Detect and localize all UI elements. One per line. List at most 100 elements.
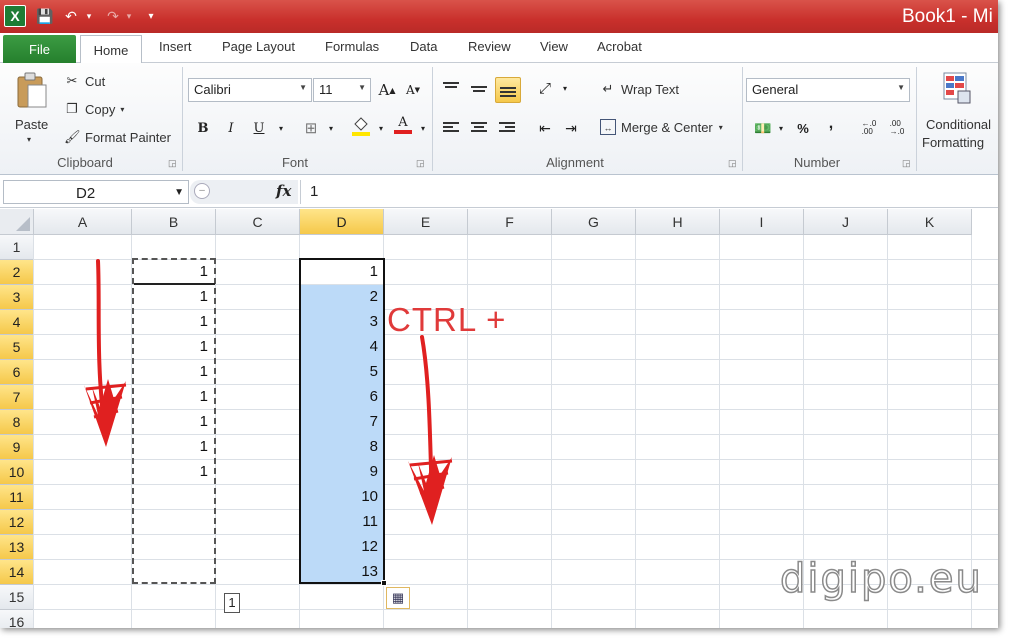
borders-icon[interactable]: ⊞ — [300, 117, 322, 139]
borders-dropdown-icon[interactable]: ▾ — [320, 117, 342, 139]
font-launcher-icon[interactable]: ◲ — [416, 158, 425, 169]
chevron-down-icon[interactable]: ▼ — [174, 187, 184, 198]
tab-acrobat[interactable]: Acrobat — [597, 39, 642, 61]
font-name-select[interactable]: Calibri ▼ — [188, 78, 312, 102]
row-header-16[interactable]: 16 — [0, 610, 34, 628]
column-header-d[interactable]: D — [300, 209, 384, 235]
tab-page-layout[interactable]: Page Layout — [222, 39, 295, 61]
fill-color-dropdown-icon[interactable]: ▾ — [370, 117, 392, 139]
row-header-9[interactable]: 9 — [0, 435, 34, 460]
column-header-h[interactable]: H — [636, 209, 720, 235]
row-header-3[interactable]: 3 — [0, 285, 34, 310]
row-header-8[interactable]: 8 — [0, 410, 34, 435]
decrease-indent-icon[interactable]: ⇤ — [534, 117, 556, 139]
percent-style-button[interactable]: % — [792, 117, 814, 139]
auto-fill-options-button[interactable]: ▦ — [386, 587, 410, 609]
font-color-dropdown-icon[interactable]: ▾ — [412, 117, 434, 139]
row-header-14[interactable]: 14 — [0, 560, 34, 585]
comma-style-button[interactable]: , — [820, 113, 842, 135]
increase-indent-icon[interactable]: ⇥ — [560, 117, 582, 139]
shrink-font-button[interactable]: A ▼ — [402, 79, 424, 101]
orientation-dropdown-icon[interactable]: ▾ — [554, 77, 576, 99]
copy-button[interactable]: ❐ Copy ▾ — [64, 101, 124, 117]
decrease-decimal-button[interactable]: .00 →.0 — [886, 117, 908, 139]
redo-icon[interactable]: ↷ — [104, 6, 122, 26]
cut-button[interactable]: ✂ Cut — [64, 73, 106, 89]
copy-dropdown-icon[interactable]: ▾ — [120, 105, 124, 114]
row-header-5[interactable]: 5 — [0, 335, 34, 360]
undo-icon[interactable]: ↶ — [62, 6, 80, 26]
undo-dropdown-icon[interactable]: ▾ — [84, 6, 94, 26]
paste-button[interactable] — [12, 71, 52, 111]
row-header-2[interactable]: 2 — [0, 260, 34, 285]
insert-function-button[interactable]: fx — [276, 182, 291, 200]
tab-formulas[interactable]: Formulas — [325, 39, 379, 61]
number-format-value: General — [752, 82, 799, 97]
redo-dropdown-icon[interactable]: ▾ — [124, 6, 134, 26]
orientation-icon[interactable]: ⤢ — [534, 77, 556, 99]
column-header-b[interactable]: B — [132, 209, 216, 235]
increase-decimal-button[interactable]: ←.0 .00 — [858, 117, 880, 139]
number-launcher-icon[interactable]: ◲ — [902, 158, 911, 169]
wrap-text-button[interactable]: ↵ Wrap Text — [600, 81, 680, 97]
column-header-c[interactable]: C — [216, 209, 300, 235]
format-painter-button[interactable]: 🖌 Format Painter — [64, 129, 171, 145]
fill-color-button[interactable] — [350, 115, 372, 137]
font-size-select[interactable]: 11 ▼ — [313, 78, 371, 102]
grow-font-button[interactable]: A ▲ — [376, 79, 398, 101]
align-right-button[interactable] — [496, 117, 518, 139]
row-header-6[interactable]: 6 — [0, 360, 34, 385]
name-box[interactable]: D2 ▼ — [3, 180, 189, 204]
row-header-11[interactable]: 11 — [0, 485, 34, 510]
excel-logo-icon[interactable]: X — [4, 5, 26, 27]
row-header-10[interactable]: 10 — [0, 460, 34, 485]
align-middle-button[interactable] — [468, 77, 490, 99]
align-top-button[interactable] — [440, 77, 462, 99]
conditional-formatting-label-2[interactable]: Formatting — [922, 135, 984, 150]
alignment-launcher-icon[interactable]: ◲ — [728, 158, 737, 169]
italic-button[interactable]: I — [220, 117, 242, 139]
fill-handle[interactable] — [381, 580, 387, 586]
cut-label: Cut — [85, 73, 106, 89]
tab-view[interactable]: View — [540, 39, 568, 61]
underline-dropdown-icon[interactable]: ▾ — [270, 117, 292, 139]
conditional-formatting-icon[interactable] — [942, 71, 972, 105]
accounting-dropdown-icon[interactable]: ▾ — [770, 117, 792, 139]
column-header-e[interactable]: E — [384, 209, 468, 235]
align-bottom-button[interactable] — [495, 77, 521, 103]
conditional-formatting-label-1[interactable]: Conditional — [926, 117, 991, 132]
column-header-k[interactable]: K — [888, 209, 972, 235]
customize-toolbar-icon[interactable]: ▾ — [144, 6, 158, 26]
column-header-g[interactable]: G — [552, 209, 636, 235]
column-header-a[interactable]: A — [34, 209, 132, 235]
paste-dropdown-icon[interactable]: ▾ — [27, 135, 31, 144]
tab-review[interactable]: Review — [468, 39, 511, 61]
row-header-1[interactable]: 1 — [0, 235, 34, 260]
clipboard-launcher-icon[interactable]: ◲ — [168, 158, 177, 169]
paste-label[interactable]: Paste — [15, 117, 48, 132]
collapse-handle-icon[interactable]: – — [194, 183, 210, 199]
align-left-button[interactable] — [440, 117, 462, 139]
select-all-button[interactable] — [0, 209, 34, 235]
column-header-j[interactable]: J — [804, 209, 888, 235]
font-color-button[interactable]: A — [392, 113, 414, 135]
row-header-15[interactable]: 15 — [0, 585, 34, 610]
row-header-4[interactable]: 4 — [0, 310, 34, 335]
underline-button[interactable]: U — [248, 117, 270, 139]
tab-insert[interactable]: Insert — [159, 39, 192, 61]
row-header-12[interactable]: 12 — [0, 510, 34, 535]
number-format-select[interactable]: General ▼ — [746, 78, 910, 102]
merge-dropdown-icon[interactable]: ▾ — [719, 123, 723, 132]
row-header-7[interactable]: 7 — [0, 385, 34, 410]
tab-data[interactable]: Data — [410, 39, 437, 61]
align-center-button[interactable] — [468, 117, 490, 139]
save-icon[interactable]: 💾 — [36, 6, 54, 26]
column-header-i[interactable]: I — [720, 209, 804, 235]
tab-home[interactable]: Home — [80, 35, 142, 64]
tab-file[interactable]: File — [3, 35, 76, 63]
bold-button[interactable]: B — [192, 117, 214, 139]
merge-center-button[interactable]: ↔ Merge & Center ▾ — [600, 119, 723, 135]
column-header-f[interactable]: F — [468, 209, 552, 235]
row-header-13[interactable]: 13 — [0, 535, 34, 560]
formula-input[interactable]: 1 — [300, 180, 998, 204]
